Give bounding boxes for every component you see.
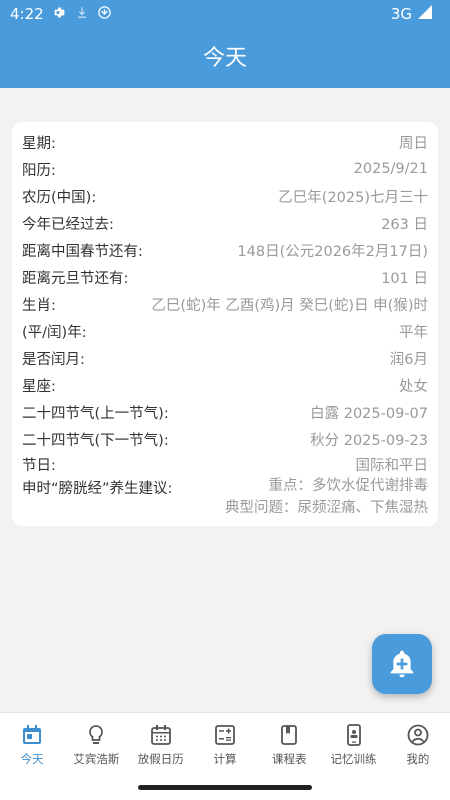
app-bar: 4:22 3G 今天 bbox=[0, 0, 450, 88]
network-type-label: 3G bbox=[390, 5, 412, 23]
nav-label: 艾宾浩斯 bbox=[73, 752, 120, 766]
nav-tab-memory-training[interactable]: 记忆训练 bbox=[321, 713, 385, 777]
info-row-prev-solar-term: 二十四节气(上一节气): 白露 2025-09-07 bbox=[22, 400, 428, 424]
info-row-solar-date: 阳历: 2025/9/21 bbox=[22, 157, 428, 181]
info-row-leap-year: (平/闰)年: 平年 bbox=[22, 319, 428, 343]
info-row-spring-festival: 距离中国春节还有: 148日(公元2026年2月17日) bbox=[22, 238, 428, 262]
info-label: 农历(中国): bbox=[22, 189, 97, 206]
advice-label: 申时“膀胱经”养生建议: bbox=[22, 480, 173, 497]
info-value: 101 日 bbox=[381, 270, 428, 287]
nav-tab-calculate[interactable]: 计算 bbox=[193, 713, 257, 777]
nav-tab-today[interactable]: 今天 bbox=[0, 713, 64, 777]
info-label: 生肖: bbox=[22, 297, 56, 314]
bell-plus-icon bbox=[390, 650, 414, 678]
status-time: 4:22 bbox=[10, 5, 44, 23]
nav-tab-ebbinghaus[interactable]: 艾宾浩斯 bbox=[64, 713, 128, 777]
info-label: 星期: bbox=[22, 135, 56, 152]
info-value: 润6月 bbox=[389, 351, 428, 368]
nav-label: 计算 bbox=[213, 752, 237, 766]
info-value: 263 日 bbox=[381, 216, 428, 233]
info-label: 距离元旦节还有: bbox=[22, 270, 129, 287]
advice-focus: 重点：多饮水促代谢排毒 bbox=[268, 478, 429, 494]
info-value: 乙巳(蛇)年 乙酉(鸡)月 癸巳(蛇)日 申(猴)时 bbox=[151, 297, 428, 314]
info-row-next-solar-term: 二十四节气(下一节气): 秋分 2025-09-23 bbox=[22, 427, 428, 451]
info-label: 距离中国春节还有: bbox=[22, 243, 143, 260]
page-title: 今天 bbox=[202, 46, 247, 71]
info-label: 今年已经过去: bbox=[22, 216, 114, 233]
info-label: 阳历: bbox=[22, 162, 56, 179]
signal-icon bbox=[418, 5, 432, 23]
info-row-holiday: 节日: 国际和平日 bbox=[22, 452, 428, 476]
nav-tab-timetable[interactable]: 课程表 bbox=[257, 713, 321, 777]
home-gesture-handle[interactable] bbox=[138, 785, 312, 790]
status-bar: 4:22 3G bbox=[0, 0, 450, 28]
advice-typical-issues: 典型问题：尿频涩痛、下焦湿热 bbox=[225, 500, 428, 516]
info-value: 国际和平日 bbox=[355, 457, 429, 474]
info-value: 2025/9/21 bbox=[353, 161, 428, 177]
sync-status-icon bbox=[97, 5, 112, 24]
today-info-card: 星期: 周日 阳历: 2025/9/21 农历(中国): 乙巳年(2025)七月… bbox=[12, 122, 438, 526]
info-label: (平/闰)年: bbox=[22, 324, 87, 341]
nav-label: 今天 bbox=[20, 752, 44, 766]
info-value: 秋分 2025-09-23 bbox=[310, 432, 428, 449]
nav-label: 放假日历 bbox=[137, 752, 184, 766]
calculator-icon bbox=[215, 725, 235, 745]
info-row-days-passed: 今年已经过去: 263 日 bbox=[22, 211, 428, 235]
nav-tab-holiday-calendar[interactable]: 放假日历 bbox=[129, 713, 193, 777]
nav-label: 课程表 bbox=[272, 752, 307, 766]
add-reminder-button[interactable] bbox=[372, 634, 432, 694]
info-value: 处女 bbox=[399, 378, 428, 395]
nav-label: 记忆训练 bbox=[330, 752, 377, 766]
info-row-new-year: 距离元旦节还有: 101 日 bbox=[22, 265, 428, 289]
info-label: 节日: bbox=[22, 457, 56, 474]
account-circle-icon bbox=[407, 724, 429, 746]
info-value: 周日 bbox=[399, 135, 428, 152]
info-value: 乙巳年(2025)七月三十 bbox=[278, 189, 428, 206]
nav-tab-mine[interactable]: 我的 bbox=[386, 713, 450, 777]
info-row-leap-month: 是否闰月: 润6月 bbox=[22, 346, 428, 370]
info-label: 二十四节气(下一节气): bbox=[22, 432, 169, 449]
info-row-lunar-date: 农历(中国): 乙巳年(2025)七月三十 bbox=[22, 184, 428, 208]
calendar-grid-icon bbox=[150, 725, 171, 745]
info-value: 平年 bbox=[399, 324, 428, 341]
info-row-weekday: 星期: 周日 bbox=[22, 130, 428, 154]
health-advice-value: 重点：多饮水促代谢排毒 典型问题：尿频涩痛、下焦湿热 bbox=[225, 475, 428, 519]
download-icon bbox=[75, 5, 89, 24]
bottom-navigation: 今天 艾宾浩斯 放假日历 计算 课程表 记忆训练 我的 bbox=[0, 712, 450, 777]
phone-badge-icon bbox=[346, 724, 361, 746]
info-label: 星座: bbox=[22, 378, 56, 395]
info-value: 148日(公元2026年2月17日) bbox=[237, 243, 428, 260]
info-label: 是否闰月: bbox=[22, 351, 85, 368]
settings-gear-icon bbox=[52, 5, 67, 24]
info-value: 白露 2025-09-07 bbox=[310, 405, 428, 422]
calendar-today-icon bbox=[23, 725, 42, 744]
book-icon bbox=[281, 725, 298, 745]
nav-label: 我的 bbox=[406, 752, 430, 766]
info-label: 二十四节气(上一节气): bbox=[22, 405, 169, 422]
info-row-constellation: 星座: 处女 bbox=[22, 373, 428, 397]
info-row-zodiac: 生肖: 乙巳(蛇)年 乙酉(鸡)月 癸巳(蛇)日 申(猴)时 bbox=[22, 292, 428, 316]
lightbulb-icon bbox=[89, 725, 104, 744]
